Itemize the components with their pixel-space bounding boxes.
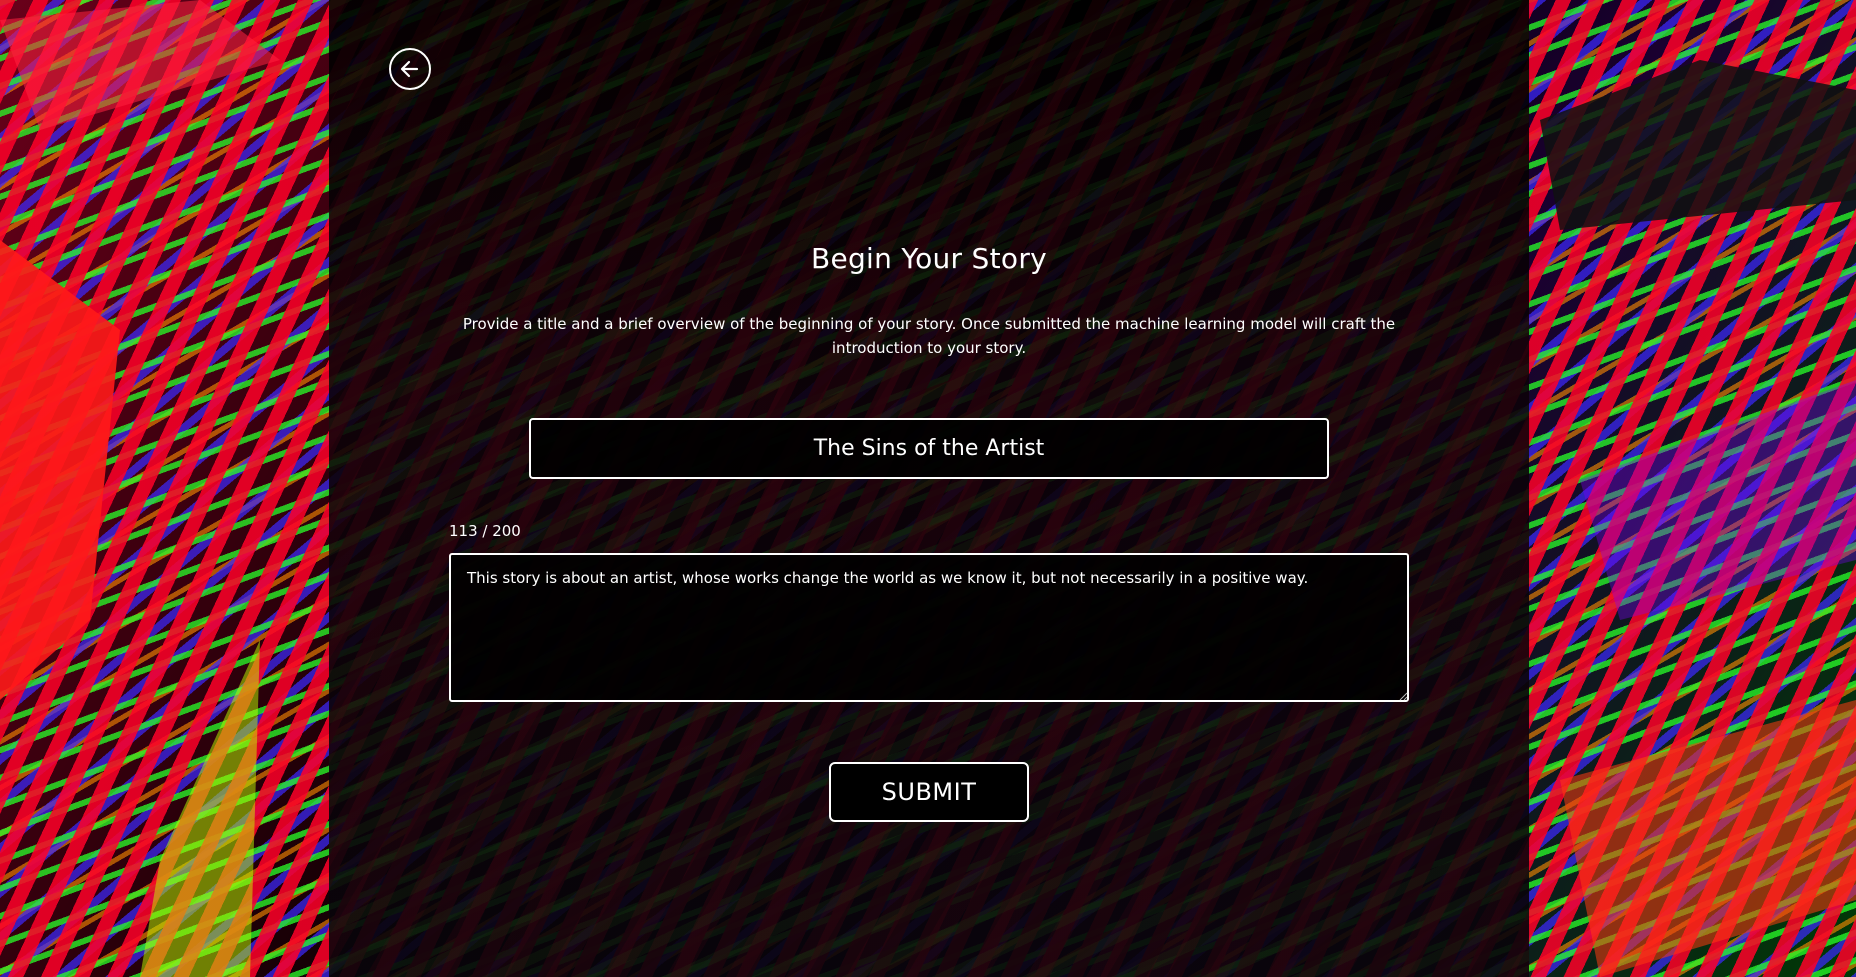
page-title: Begin Your Story: [810, 242, 1048, 275]
story-overview-textarea[interactable]: This story is about an artist, whose wor…: [449, 553, 1409, 702]
arrow-left-icon: [400, 60, 419, 78]
submit-button[interactable]: SUBMIT: [829, 762, 1029, 822]
content-panel: [329, 0, 1529, 977]
intro-text: Provide a title and a brief overview of …: [462, 315, 1396, 357]
back-button[interactable]: [389, 48, 431, 90]
app-stage: Begin Your Story Provide a title and a b…: [0, 0, 1856, 977]
character-counter: 113 / 200: [449, 522, 521, 540]
story-title-input[interactable]: [529, 418, 1329, 479]
